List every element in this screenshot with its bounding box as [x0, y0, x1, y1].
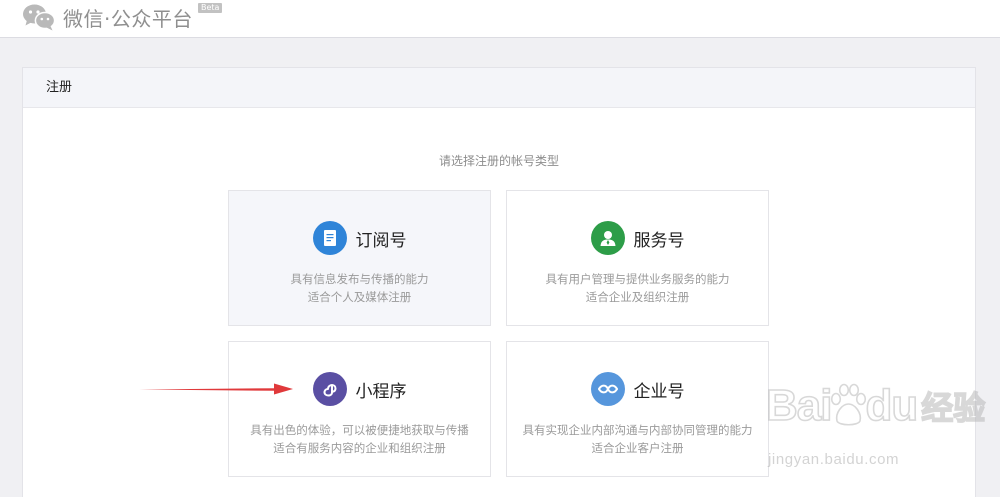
card-title: 小程序	[355, 381, 407, 402]
card-enterprise-account[interactable]: 企业号 具有实现企业内部沟通与内部协同管理的能力 适合企业客户注册	[506, 341, 769, 477]
card-head: 订阅号	[229, 221, 490, 255]
document-icon	[312, 221, 347, 255]
desc-line-2: 适合个人及媒体注册	[307, 290, 412, 304]
mini-program-icon	[312, 372, 347, 406]
card-title: 企业号	[633, 381, 685, 402]
desc-line-1: 具有用户管理与提供业务服务的能力	[545, 272, 730, 286]
panel-title: 注册	[23, 68, 975, 108]
desc-line-1: 具有出色的体验，可以被便捷地获取与传播	[250, 423, 469, 437]
desc-line-1: 具有信息发布与传播的能力	[290, 272, 429, 286]
wechat-icon	[22, 3, 56, 31]
card-description: 具有出色的体验，可以被便捷地获取与传播 适合有服务内容的企业和组织注册	[229, 421, 490, 457]
card-description: 具有用户管理与提供业务服务的能力 适合企业及组织注册	[507, 270, 768, 306]
wechat-logo[interactable]: 微信·公众平台	[22, 2, 193, 32]
card-service-account[interactable]: 服务号 具有用户管理与提供业务服务的能力 适合企业及组织注册	[506, 190, 769, 326]
card-head: 企业号	[507, 372, 768, 406]
desc-line-2: 适合企业客户注册	[591, 441, 684, 455]
top-bar: 微信·公众平台 Beta	[0, 0, 1000, 38]
desc-line-2: 适合有服务内容的企业和组织注册	[273, 441, 446, 455]
card-subscription-account[interactable]: 订阅号 具有信息发布与传播的能力 适合个人及媒体注册	[228, 190, 491, 326]
card-head: 服务号	[507, 221, 768, 255]
logo-text: 微信·公众平台	[63, 6, 193, 31]
card-description: 具有信息发布与传播的能力 适合个人及媒体注册	[229, 270, 490, 306]
beta-badge: Beta	[198, 3, 223, 13]
card-mini-program[interactable]: 小程序 具有出色的体验，可以被便捷地获取与传播 适合有服务内容的企业和组织注册	[228, 341, 491, 477]
account-type-prompt: 请选择注册的帐号类型	[438, 154, 559, 168]
card-title: 订阅号	[355, 230, 407, 251]
enterprise-icon	[590, 372, 625, 406]
register-panel: 注册 请选择注册的帐号类型 订阅号 具有信息发布与传播的能力 适合个人及媒体注册	[22, 67, 976, 497]
desc-line-1: 具有实现企业内部沟通与内部协同管理的能力	[522, 423, 753, 437]
card-title: 服务号	[633, 230, 685, 251]
user-icon	[590, 221, 625, 255]
card-description: 具有实现企业内部沟通与内部协同管理的能力 适合企业客户注册	[507, 421, 768, 457]
annotation-arrow	[138, 381, 298, 400]
desc-line-2: 适合企业及组织注册	[585, 290, 690, 304]
